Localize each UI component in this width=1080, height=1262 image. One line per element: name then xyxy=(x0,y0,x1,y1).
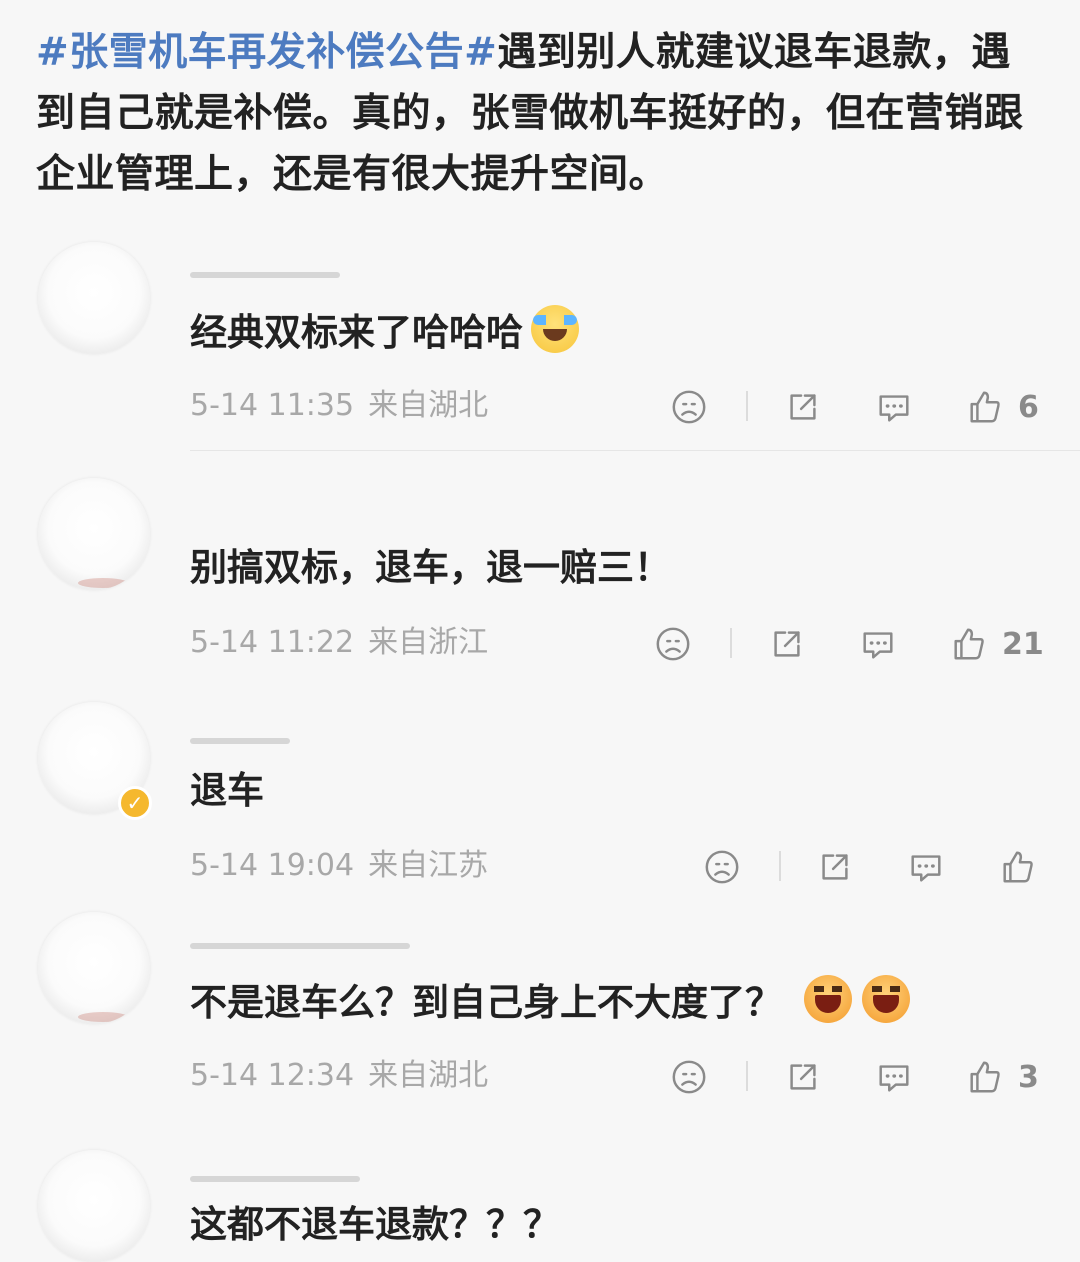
comment-text: 退车 xyxy=(190,769,264,812)
reply-button[interactable] xyxy=(859,622,897,666)
comment-actions: 3 xyxy=(0,1055,1080,1099)
thumbs-up-icon xyxy=(1003,851,1033,883)
avatar[interactable] xyxy=(38,1150,150,1262)
avatar[interactable] xyxy=(38,242,150,354)
sad-face-icon xyxy=(672,1060,706,1094)
comment-text: 经典双标来了哈哈哈 xyxy=(190,305,579,358)
dislike-button[interactable] xyxy=(670,385,708,429)
share-button[interactable] xyxy=(784,1055,822,1099)
reply-button[interactable] xyxy=(907,845,945,889)
like-count: 3 xyxy=(1018,1059,1039,1095)
like-button[interactable] xyxy=(999,845,1051,889)
divider xyxy=(779,851,781,881)
like-count: 6 xyxy=(1018,389,1039,425)
like-button[interactable]: 3 xyxy=(966,1055,1039,1099)
share-button[interactable] xyxy=(768,622,806,666)
sad-face-icon xyxy=(656,627,690,661)
comment-text: 别搞双标，退车，退一赔三！ xyxy=(190,546,671,589)
sad-face-icon xyxy=(705,850,739,884)
divider xyxy=(746,391,748,421)
avatar[interactable] xyxy=(38,478,150,590)
share-button[interactable] xyxy=(816,845,854,889)
avatar-tint xyxy=(78,1012,128,1022)
share-icon xyxy=(790,394,816,420)
username-blurred[interactable] xyxy=(190,272,340,278)
like-button[interactable]: 21 xyxy=(950,622,1044,666)
username-blurred[interactable] xyxy=(190,1176,360,1182)
dislike-button[interactable] xyxy=(670,1055,708,1099)
comment-icon xyxy=(863,632,893,659)
comment-icon xyxy=(879,1065,909,1092)
share-icon xyxy=(774,631,800,657)
grin-icon xyxy=(804,975,852,1023)
like-count: 21 xyxy=(1002,626,1044,662)
username-blurred[interactable] xyxy=(190,943,410,949)
thumbs-up-icon xyxy=(970,1061,1000,1093)
comment-text: 不是退车么？到自己身上不大度了？ xyxy=(190,975,910,1028)
dislike-button[interactable] xyxy=(654,622,692,666)
avatar-tint xyxy=(78,578,128,588)
thumbs-up-icon xyxy=(970,391,1000,423)
comment-actions: 6 xyxy=(0,385,1080,429)
post-text: #张雪机车再发补偿公告#遇到别人就建议退车退款，遇到自己就是补偿。真的，张雪做机… xyxy=(36,22,1046,205)
comment-actions xyxy=(0,845,1080,889)
share-icon xyxy=(790,1064,816,1090)
divider xyxy=(190,450,1080,451)
share-icon xyxy=(822,854,848,880)
verified-badge-icon: ✓ xyxy=(118,786,152,820)
divider xyxy=(730,628,732,658)
laugh-cry-icon xyxy=(531,305,579,353)
username-blurred[interactable] xyxy=(190,738,290,744)
comment-actions: 21 xyxy=(0,622,1080,666)
thumbs-up-icon xyxy=(954,628,984,660)
avatar[interactable] xyxy=(38,912,150,1024)
grin-icon xyxy=(862,975,910,1023)
reply-button[interactable] xyxy=(875,1055,913,1099)
dislike-button[interactable] xyxy=(703,845,741,889)
hashtag-link[interactable]: #张雪机车再发补偿公告# xyxy=(36,30,497,75)
share-button[interactable] xyxy=(784,385,822,429)
comment-icon xyxy=(911,855,941,882)
like-button[interactable]: 6 xyxy=(966,385,1039,429)
comment-text: 这都不退车退款？？？ xyxy=(190,1203,560,1246)
reply-button[interactable] xyxy=(875,385,913,429)
divider xyxy=(746,1061,748,1091)
sad-face-icon xyxy=(672,390,706,424)
comment-icon xyxy=(879,395,909,422)
